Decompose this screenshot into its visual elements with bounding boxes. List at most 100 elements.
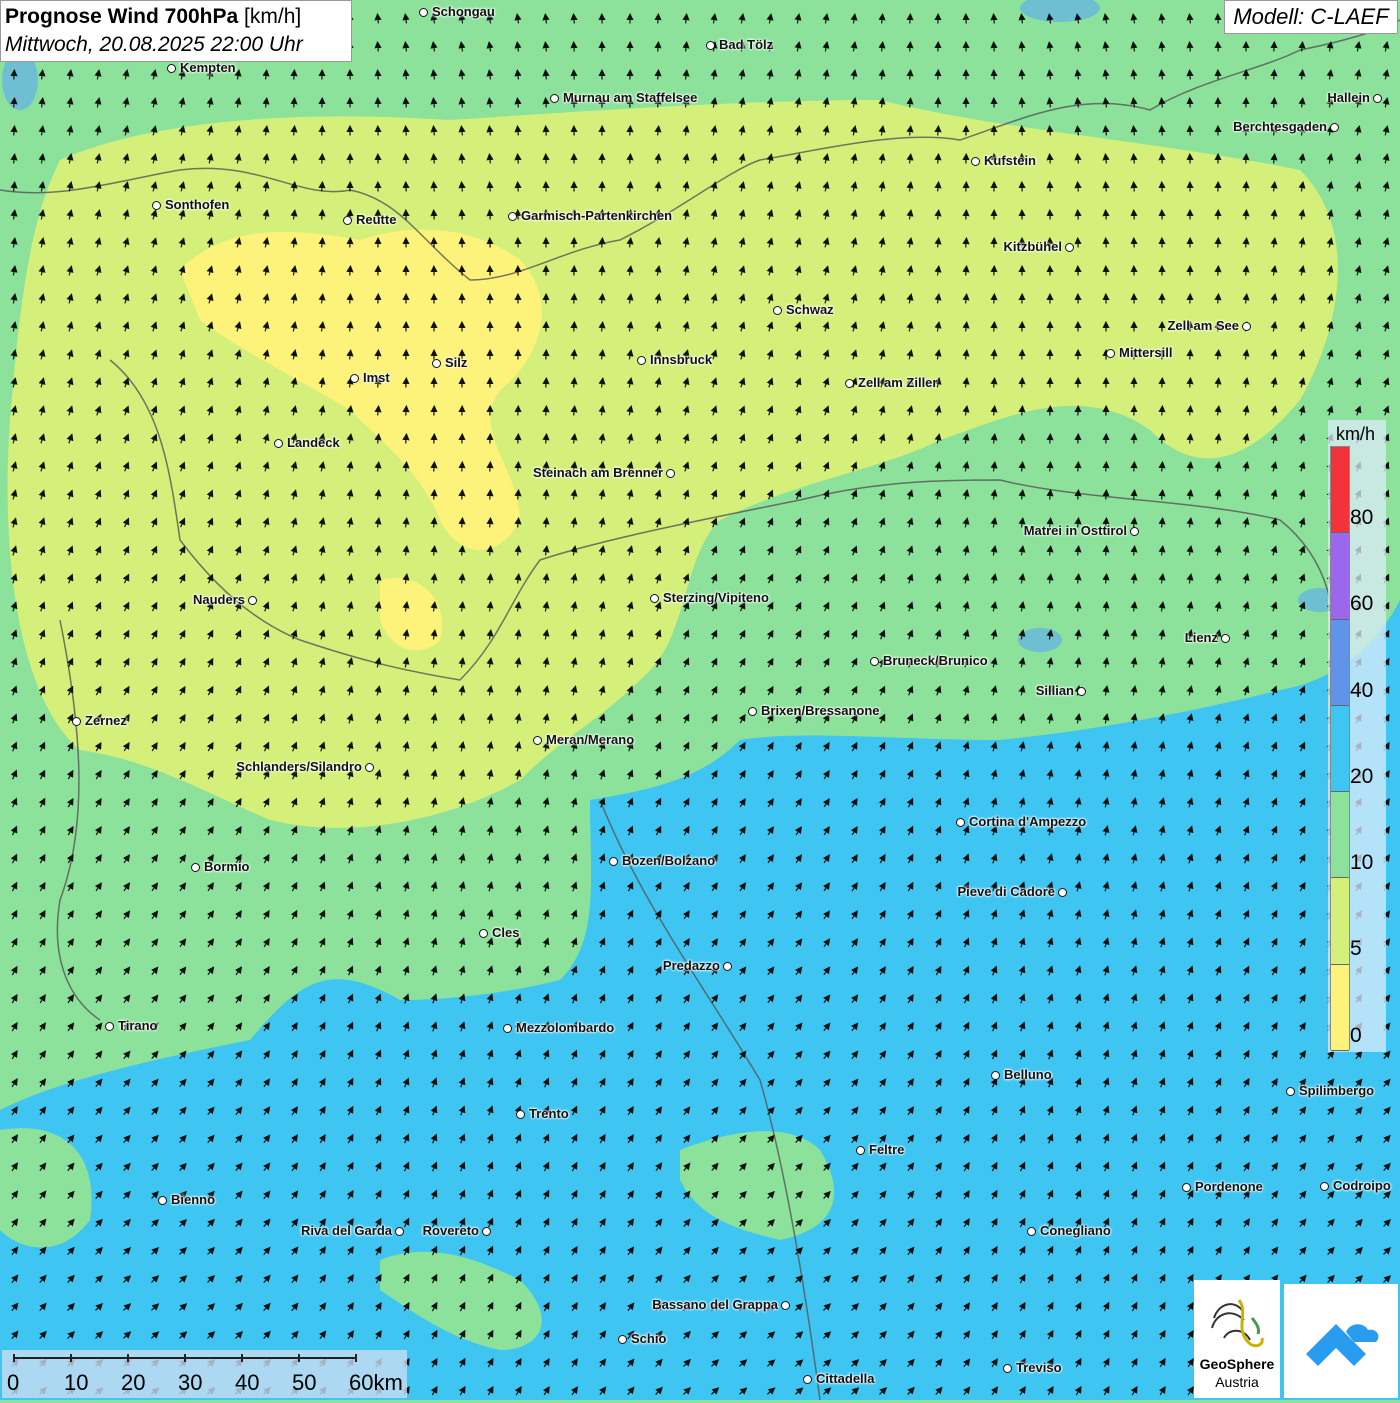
city-label: Lienz [1185, 630, 1218, 645]
scale-label: 50 [292, 1370, 316, 1396]
wind-arrow [1078, 185, 1079, 192]
wind-arrow [378, 409, 379, 416]
model-label: Modell: C-LAEF [1224, 0, 1398, 34]
city-label: Mezzolombardo [516, 1020, 614, 1035]
wind-arrow [434, 493, 435, 500]
wind-arrow [1078, 129, 1079, 136]
wind-arrow [322, 241, 323, 248]
city-label: Berchtesgaden [1233, 119, 1327, 134]
wind-arrow [14, 101, 15, 108]
city-label: Spilimbergo [1299, 1083, 1374, 1098]
wind-arrow [490, 493, 491, 500]
city-marker [723, 962, 732, 971]
city-label: Nauders [193, 592, 245, 607]
wind-arrow [1050, 465, 1051, 472]
wind-arrow [966, 297, 967, 304]
city-label: Murnau am Staffelsee [563, 90, 697, 105]
city-marker [419, 8, 428, 17]
wind-arrow [686, 45, 687, 52]
wind-arrow [938, 129, 939, 136]
city-marker [105, 1022, 114, 1031]
wind-arrow [406, 465, 407, 472]
city-marker [856, 1146, 865, 1155]
wind-arrow [1022, 73, 1023, 80]
legend-segment [1331, 965, 1349, 1051]
city-label: Feltre [869, 1142, 904, 1157]
city-label: Matrei in Osttirol [1024, 523, 1127, 538]
city-label: Silz [445, 355, 467, 370]
city-label: Cles [492, 925, 519, 940]
wind-arrow [1106, 101, 1107, 108]
wind-arrow [1050, 549, 1051, 556]
city-label: Imst [363, 370, 390, 385]
city-marker [248, 596, 257, 605]
wind-arrow [294, 101, 295, 108]
legend-segment [1331, 792, 1349, 878]
city-label: Bad Tölz [719, 37, 773, 52]
wind-arrow [266, 73, 267, 80]
city-label: Belluno [1004, 1067, 1052, 1082]
city-label: Schio [631, 1331, 666, 1346]
wind-arrow [546, 101, 547, 108]
wind-arrow [406, 493, 407, 500]
geosphere-logo[interactable]: GeoSphere Austria [1194, 1280, 1280, 1398]
wind-arrow [490, 185, 491, 192]
wind-arrow [406, 521, 407, 528]
wind-arrow [406, 73, 407, 80]
wind-arrow [966, 269, 967, 276]
wind-arrow [1162, 493, 1163, 500]
wind-arrow [350, 297, 351, 304]
wind-arrow [518, 129, 519, 136]
wind-arrow [546, 493, 547, 500]
city-marker [803, 1375, 812, 1384]
wind-arrow [1274, 157, 1275, 164]
wind-arrow [1106, 129, 1107, 136]
wind-arrow [1302, 45, 1303, 52]
city-label: Sonthofen [165, 197, 229, 212]
wind-arrow [518, 549, 519, 556]
wind-arrow [406, 101, 407, 108]
city-marker [1130, 527, 1139, 536]
city-marker [508, 212, 517, 221]
wind-arrow [602, 269, 603, 276]
wind-arrow [910, 45, 911, 52]
city-marker [773, 306, 782, 315]
wind-arrow [1078, 549, 1079, 556]
city-marker [637, 356, 646, 365]
wind-arrow [378, 17, 379, 24]
wind-arrow [1022, 409, 1023, 416]
wind-arrow [994, 17, 995, 24]
city-label: Schongau [432, 4, 495, 19]
legend-segment [1331, 706, 1349, 792]
wind-arrow [1162, 521, 1163, 528]
city-marker [845, 379, 854, 388]
wind-arrow [14, 185, 15, 192]
wind-arrow [1022, 465, 1023, 472]
legend-label: 0 [1350, 1024, 1362, 1048]
city-label: Mittersill [1119, 345, 1172, 360]
city-label: Kufstein [984, 153, 1036, 168]
wind-arrow [518, 521, 519, 528]
legend-label: 20 [1350, 765, 1373, 789]
wind-arrow [574, 409, 575, 416]
geosphere-logo-icon [1194, 1288, 1280, 1358]
city-label: Pordenone [1195, 1179, 1263, 1194]
wind-arrow [42, 73, 43, 80]
weather-app-logo[interactable] [1284, 1284, 1398, 1398]
wind-arrow [938, 157, 939, 164]
scale-label: 40 [235, 1370, 259, 1396]
wind-arrow [910, 73, 911, 80]
wind-arrow [1162, 73, 1163, 80]
wind-arrow [1050, 73, 1051, 80]
wind-arrow [1162, 101, 1163, 108]
wind-arrow [518, 73, 519, 80]
cloud-mountain-icon [1284, 1284, 1398, 1398]
wind-arrow [630, 157, 631, 164]
wind-arrow [1246, 269, 1247, 276]
city-marker [350, 374, 359, 383]
wind-arrow [462, 129, 463, 136]
city-marker [991, 1071, 1000, 1080]
wind-arrow [1106, 549, 1107, 556]
city-label: Innsbruck [650, 352, 712, 367]
wind-arrow [1162, 45, 1163, 52]
